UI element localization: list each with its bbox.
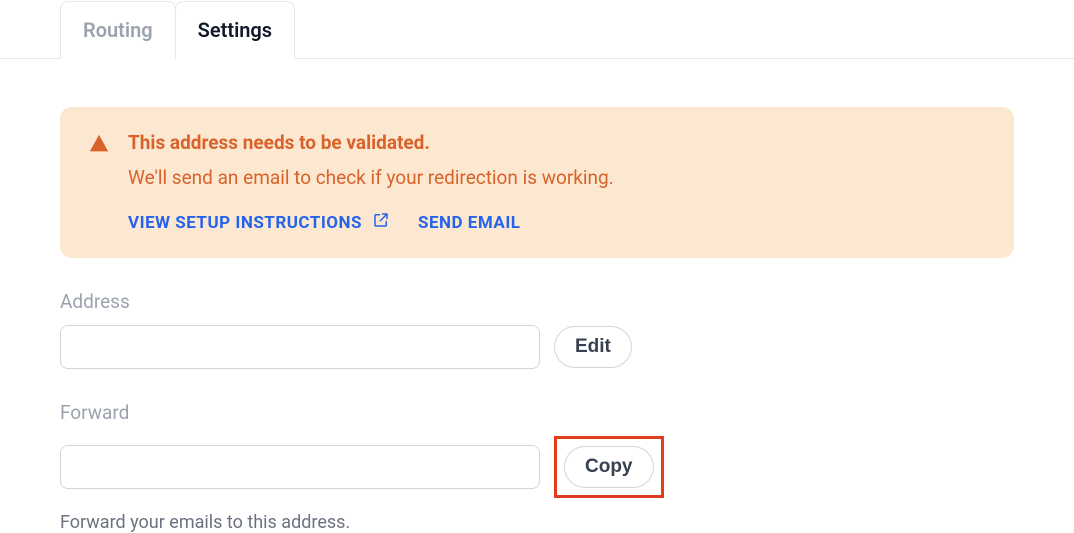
address-input[interactable] — [60, 325, 540, 369]
send-email-link[interactable]: Send Email — [418, 213, 520, 233]
forward-input[interactable] — [60, 445, 540, 489]
tab-routing[interactable]: Routing — [60, 1, 176, 59]
view-setup-instructions-link[interactable]: View Setup Instructions — [128, 211, 390, 234]
view-setup-instructions-label: View Setup Instructions — [128, 213, 362, 233]
forward-field-group: Forward Copy Forward your emails to this… — [60, 401, 1014, 533]
warning-icon — [88, 133, 110, 234]
copy-button[interactable]: Copy — [564, 446, 654, 488]
alert-title: This address needs to be validated. — [128, 131, 986, 154]
edit-button[interactable]: Edit — [554, 326, 632, 368]
tab-bar: Routing Settings — [0, 0, 1074, 59]
forward-label: Forward — [60, 401, 1014, 424]
copy-button-highlight: Copy — [554, 436, 664, 498]
external-link-icon — [372, 211, 390, 234]
address-label: Address — [60, 290, 1014, 313]
tab-settings[interactable]: Settings — [175, 1, 295, 59]
address-field-group: Address Edit — [60, 290, 1014, 369]
validation-alert: This address needs to be validated. We'l… — [60, 107, 1014, 258]
alert-body: We'll send an email to check if your red… — [128, 166, 986, 189]
